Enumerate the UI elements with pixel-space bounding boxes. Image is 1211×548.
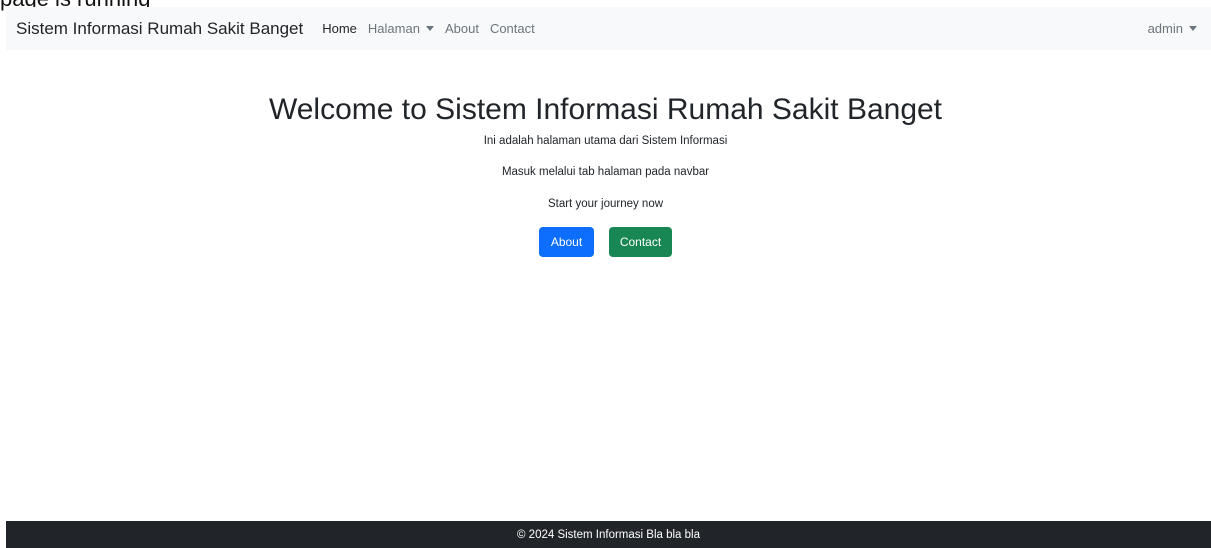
caret-down-icon [1189,26,1197,31]
caret-down-icon [425,26,434,31]
hero-line-3: Start your journey now [547,198,664,210]
navbar: Sistem Informasi Rumah Sakit Banget Home… [6,7,1211,50]
nav-dropdown-halaman-label: Halaman [367,21,420,36]
user-dropdown[interactable]: admin [1148,21,1197,36]
nav-dropdown-halaman[interactable]: Halaman [368,21,434,36]
footer-text: © 2024 Sistem Informasi Bla bla bla [517,528,700,541]
page: page is running Sistem Informasi Rumah S… [0,0,1211,548]
nav-link-home-label: Home [322,21,357,36]
hero-line-1: Ini adalah halaman utama dari Sistem Inf… [483,135,728,147]
hero-line-2: Masuk melalui tab halaman pada navbar [501,166,710,178]
nav-link-home[interactable]: Home [322,21,357,36]
about-button[interactable]: About [539,227,594,257]
nav-link-about[interactable]: About [445,21,479,36]
hero-buttons: About Contact [539,227,672,257]
user-dropdown-label: admin [1147,21,1183,36]
footer: © 2024 Sistem Informasi Bla bla bla [6,521,1211,548]
nav-link-contact[interactable]: Contact [490,21,535,36]
nav-link-about-label: About [444,21,479,36]
navbar-brand[interactable]: Sistem Informasi Rumah Sakit Banget [16,19,303,39]
page-title: Welcome to Sistem Informasi Rumah Sakit … [268,93,943,126]
contact-button[interactable]: Contact [609,227,672,257]
nav-link-contact-label: Contact [489,21,535,36]
hero-section: Welcome to Sistem Informasi Rumah Sakit … [0,90,1211,257]
